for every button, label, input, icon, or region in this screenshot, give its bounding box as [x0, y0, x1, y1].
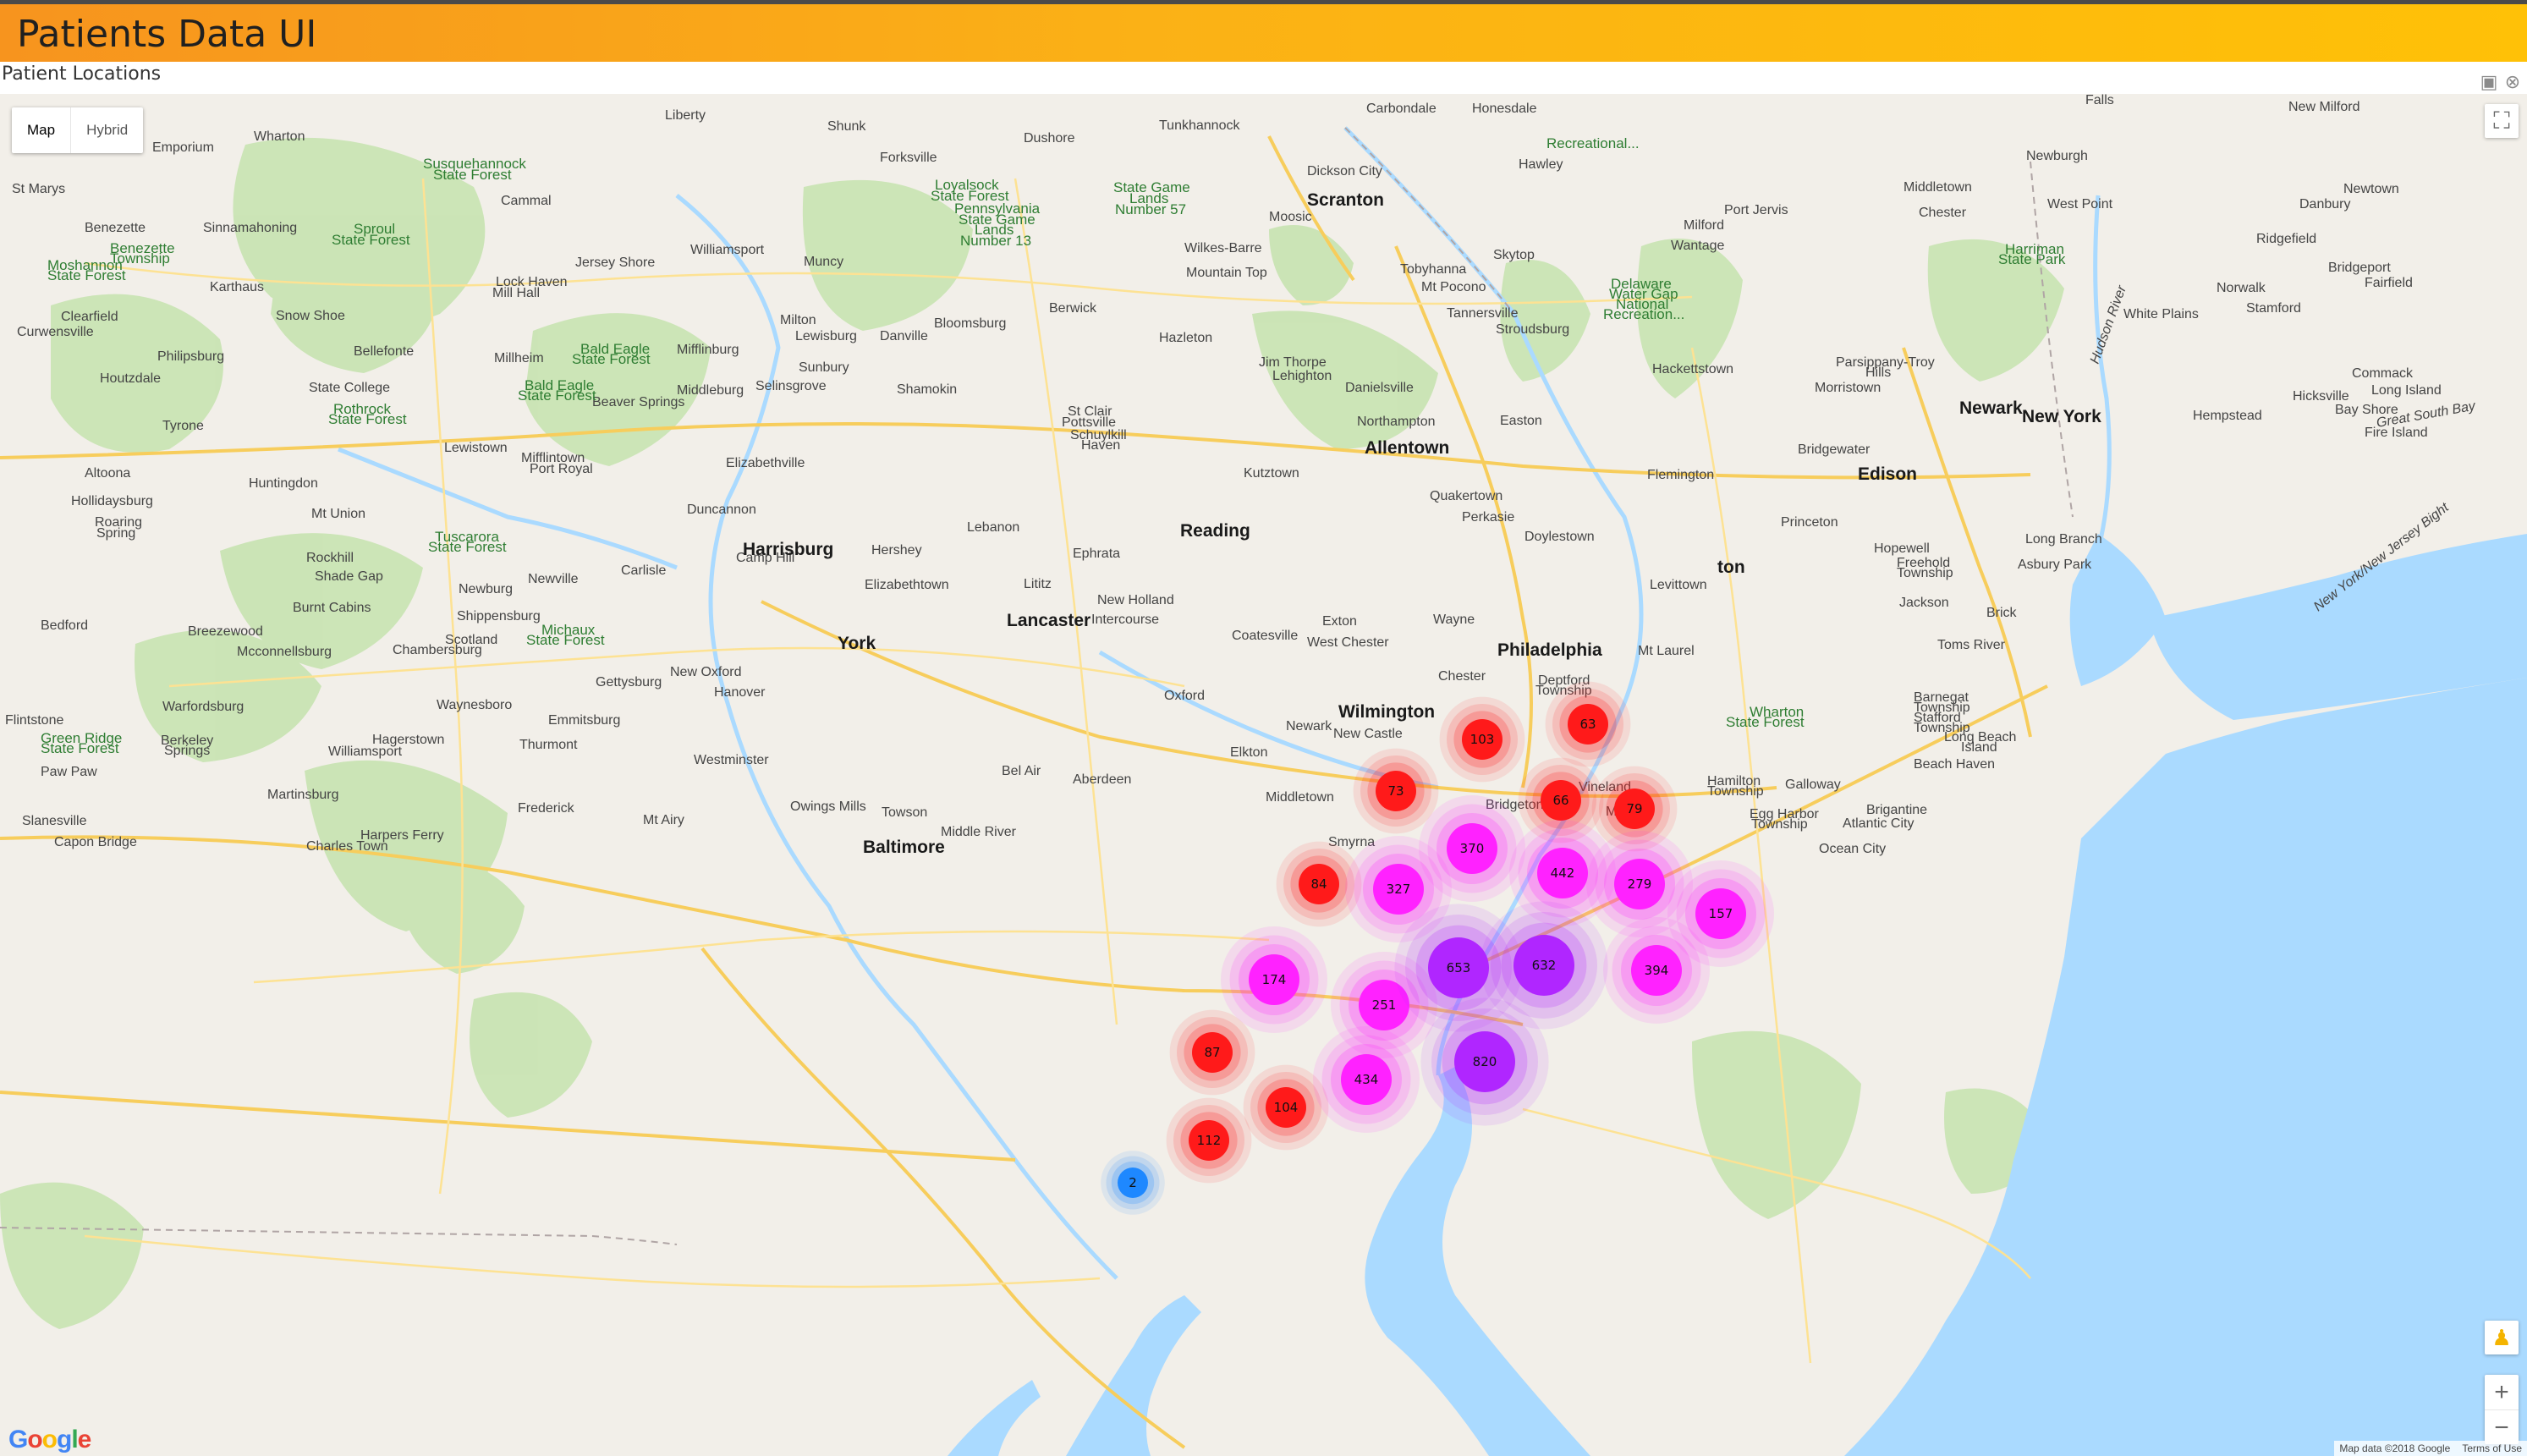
cluster-count: 73: [1387, 783, 1404, 799]
cluster-count: 79: [1626, 801, 1642, 816]
patient-cluster-marker[interactable]: 112: [1166, 1097, 1252, 1184]
cluster-count: 370: [1460, 841, 1485, 856]
app-header: Patients Data UI: [0, 4, 2527, 62]
patient-cluster-marker[interactable]: 434: [1313, 1026, 1420, 1133]
terms-link[interactable]: Terms of Use: [2462, 1442, 2522, 1454]
cluster-count: 66: [1552, 793, 1568, 808]
cluster-count: 279: [1628, 876, 1652, 892]
patient-cluster-marker[interactable]: 63: [1545, 681, 1631, 767]
patient-cluster-marker[interactable]: 2: [1101, 1151, 1165, 1215]
pegman-icon[interactable]: ♟: [2485, 1321, 2519, 1354]
map-type-hybrid-button[interactable]: Hybrid: [70, 107, 143, 153]
patient-cluster-marker[interactable]: 103: [1439, 696, 1525, 783]
cluster-count: 434: [1354, 1072, 1379, 1087]
zoom-control: + −: [2485, 1375, 2519, 1444]
cluster-count: 63: [1579, 717, 1596, 732]
patient-cluster-marker[interactable]: 394: [1603, 917, 1710, 1024]
cluster-count: 174: [1262, 972, 1287, 987]
patient-cluster-marker[interactable]: 820: [1420, 997, 1549, 1126]
cluster-count: 394: [1645, 963, 1669, 978]
cluster-count: 112: [1197, 1133, 1222, 1148]
cluster-count: 2: [1129, 1175, 1137, 1190]
cluster-count: 632: [1532, 958, 1557, 973]
map-type-map-button[interactable]: Map: [12, 107, 70, 153]
panel-header: Patient Locations: [0, 62, 2527, 94]
patient-cluster-marker[interactable]: 174: [1221, 926, 1327, 1033]
camera-icon[interactable]: ▣: [2478, 73, 2500, 91]
google-logo: Google: [8, 1426, 91, 1453]
panel-title: Patient Locations: [2, 63, 162, 85]
cluster-count: 653: [1447, 960, 1471, 975]
cluster-count: 442: [1551, 865, 1575, 881]
cluster-count: 84: [1310, 876, 1327, 892]
cluster-count: 327: [1387, 882, 1411, 897]
cluster-count: 87: [1204, 1045, 1220, 1060]
patient-cluster-marker[interactable]: 73: [1353, 748, 1439, 834]
cluster-count: 251: [1372, 997, 1397, 1013]
map-data-credit: Map data ©2018 Google: [2339, 1442, 2451, 1454]
patient-cluster-marker[interactable]: 87: [1169, 1009, 1255, 1096]
cluster-count: 103: [1470, 732, 1495, 747]
zoom-in-button[interactable]: +: [2485, 1375, 2519, 1409]
cluster-layer: 2 63 66 73 79 84 87 103 104 112 157 174 251 279 327 370…: [1101, 681, 1774, 1215]
cluster-count: 104: [1274, 1100, 1299, 1115]
patient-cluster-marker[interactable]: 370: [1419, 795, 1525, 902]
map-type-control: Map Hybrid: [12, 107, 144, 153]
close-icon[interactable]: ⊗: [2502, 73, 2524, 91]
app-title: Patients Data UI: [17, 13, 317, 56]
fullscreen-icon[interactable]: ⛶: [2485, 104, 2519, 138]
zoom-out-button[interactable]: −: [2485, 1409, 2519, 1445]
cluster-count: 157: [1709, 906, 1733, 921]
map-canvas[interactable]: Wharton Emporium Liberty Shunk Forksvill…: [0, 94, 2527, 1456]
map-attribution: Map data ©2018 Google Terms of Use: [2334, 1441, 2527, 1456]
cluster-count: 820: [1473, 1054, 1497, 1069]
